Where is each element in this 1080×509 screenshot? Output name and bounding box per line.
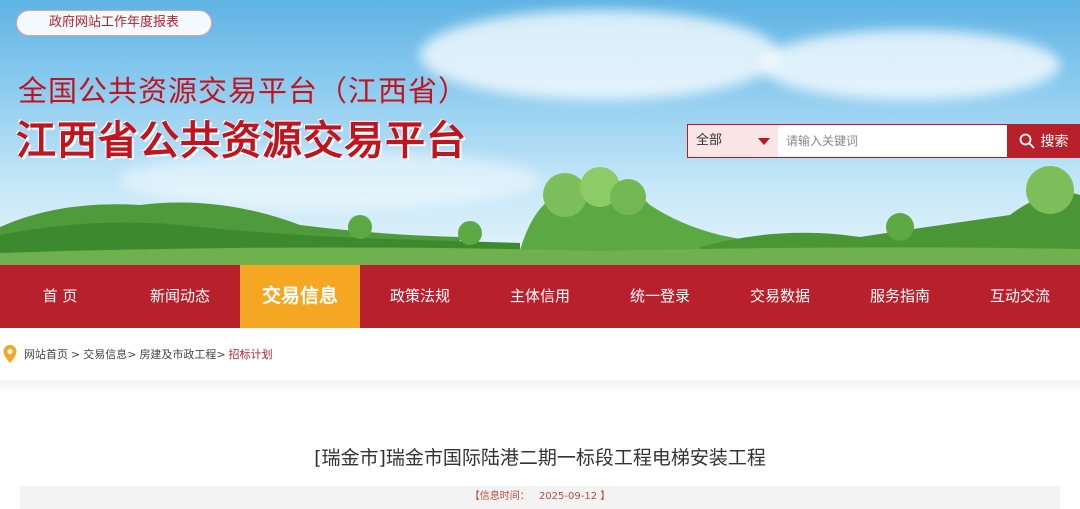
- chevron-down-icon: [758, 138, 770, 145]
- nav-item-news[interactable]: 新闻动态: [120, 265, 240, 328]
- platform-logo-title[interactable]: 江西省公共资源交易平台: [16, 108, 467, 166]
- nav-item-home[interactable]: 首 页: [0, 265, 120, 328]
- main-nav: 首 页 新闻动态 交易信息 政策法规 主体信用 统一登录 交易数据 服务指南 互…: [0, 265, 1080, 328]
- breadcrumb-trade-info-link[interactable]: 交易信息: [83, 346, 127, 362]
- nav-item-trade-info[interactable]: 交易信息: [240, 265, 360, 328]
- info-time-close: 】: [600, 491, 611, 502]
- location-pin-icon: [3, 345, 17, 363]
- nav-item-trade-data[interactable]: 交易数据: [720, 265, 840, 328]
- search-scope-select[interactable]: 全部: [688, 125, 778, 157]
- info-time-label: 【信息时间：: [469, 491, 530, 502]
- nav-item-policy[interactable]: 政策法规: [360, 265, 480, 328]
- nav-item-service-guide[interactable]: 服务指南: [840, 265, 960, 328]
- search-icon: [1019, 133, 1034, 149]
- cloud-decoration: [760, 30, 1060, 100]
- search-button[interactable]: 搜索: [1007, 124, 1080, 158]
- breadcrumb: 网站首页 > 交易信息 > 房建及市政工程 > 招标计划: [0, 342, 273, 366]
- breadcrumb-separator: >: [216, 347, 226, 361]
- info-time-value: 2025-09-12: [538, 491, 598, 502]
- hills-illustration: [0, 166, 1080, 265]
- nav-item-credit[interactable]: 主体信用: [480, 265, 600, 328]
- annual-report-link[interactable]: 政府网站工作年度报表: [16, 10, 212, 36]
- search-scope-value: 全部: [696, 133, 723, 148]
- article-info-bar: 【信息时间： 2025-09-12 】: [20, 486, 1060, 509]
- search-input[interactable]: [778, 125, 1008, 157]
- breadcrumb-separator: >: [127, 347, 137, 361]
- breadcrumb-separator: >: [71, 347, 81, 361]
- breadcrumb-current: 招标计划: [228, 348, 273, 361]
- cloud-decoration: [420, 10, 780, 100]
- nav-item-interaction[interactable]: 互动交流: [960, 265, 1080, 328]
- breadcrumb-construction-link[interactable]: 房建及市政工程: [139, 346, 216, 362]
- platform-subtitle: 全国公共资源交易平台（江西省）: [18, 74, 469, 108]
- nav-item-login[interactable]: 统一登录: [600, 265, 720, 328]
- search-button-label: 搜索: [1040, 134, 1069, 150]
- breadcrumb-home-link[interactable]: 网站首页: [24, 346, 68, 362]
- article-title: [瑞金市]瑞金市国际陆港二期一标段工程电梯安装工程: [314, 447, 766, 469]
